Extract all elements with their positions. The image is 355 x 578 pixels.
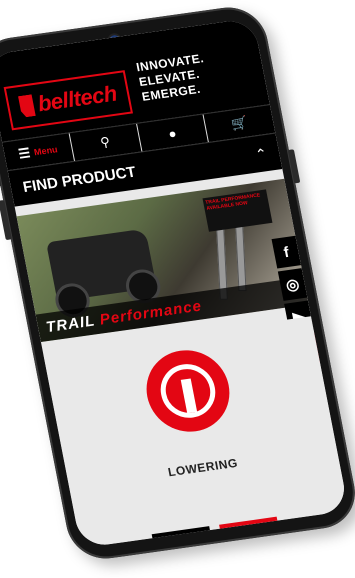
product-title: LOWERING [166,455,239,480]
cart-icon: 🛒 [229,114,249,132]
search-icon: ⚲ [98,133,112,150]
volume-up-button [0,160,2,188]
arrow-right-icon [197,535,208,549]
lowering-seal-inner [156,360,220,422]
brand-logo[interactable]: belltech [3,70,133,131]
find-product-title: FIND PRODUCT [21,163,138,196]
phone-screen: belltech INNOVATE. ELEVATE. EMERGE. ☰ Me… [0,17,349,549]
hero-badge: TRAIL PERFORMANCE AVAILABLE NOW [202,189,273,232]
more-details-label: More Details [169,537,192,548]
facebook-icon[interactable]: f [271,235,302,269]
brand-slogan: INNOVATE. ELEVATE. EMERGE. [135,51,211,105]
chevron-up-icon[interactable]: ⌃ [254,145,269,163]
volume-down-button [0,199,12,241]
hero-banner[interactable]: TRAIL PERFORMANCE AVAILABLE NOW TRAIL Pe… [16,178,309,343]
more-details-button[interactable]: More Details [151,526,215,549]
instagram-icon[interactable]: ◎ [277,268,308,301]
hero-title-line-1: TRAIL [44,312,97,336]
logo-text: belltech [35,80,119,117]
menu-icon: ☰ [17,145,32,162]
shop-now-label: Shop Now [227,530,261,543]
product-actions: More Details Shop Now [80,507,349,549]
power-button [287,149,301,184]
hero-title-line-2: Performance [98,297,204,329]
logo-mark-icon [18,94,36,118]
lowering-seal-icon [144,349,232,433]
phone-frame: belltech INNOVATE. ELEVATE. EMERGE. ☰ Me… [0,2,355,564]
shop-now-button[interactable]: Shop Now [219,516,283,549]
arrow-right-icon [265,526,275,540]
user-icon: ● [167,125,178,141]
product-card: LOWERING More Details Shop Now [43,316,349,549]
menu-label: Menu [33,144,59,158]
